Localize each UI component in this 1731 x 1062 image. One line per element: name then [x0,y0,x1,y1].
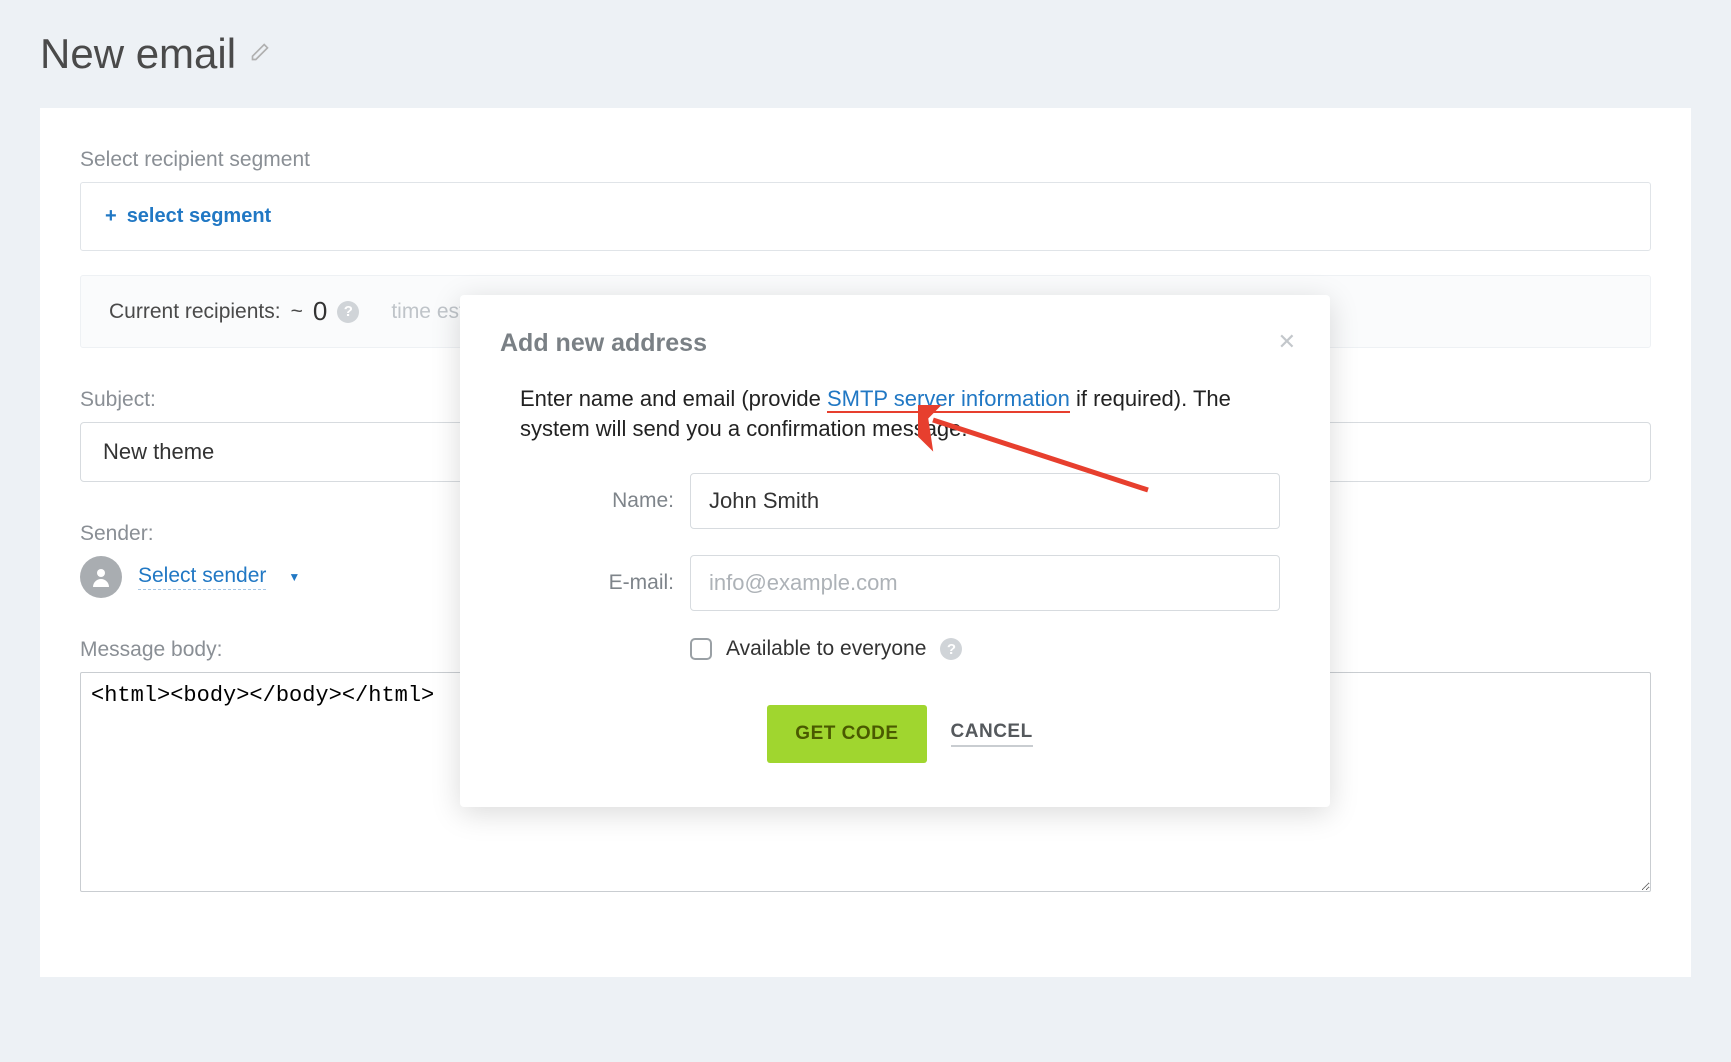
modal-text-before: Enter name and email (provide [520,386,827,411]
select-segment-link[interactable]: + select segment [105,205,1626,228]
cancel-button[interactable]: CANCEL [951,721,1033,747]
select-segment-text: select segment [127,205,272,228]
available-checkbox[interactable] [690,638,712,660]
get-code-button[interactable]: GET CODE [767,705,926,763]
segment-label: Select recipient segment [80,148,1651,172]
name-field-label: Name: [520,489,690,513]
name-input[interactable] [690,473,1280,529]
recipients-label: Current recipients: [109,300,281,324]
chevron-down-icon[interactable]: ▼ [288,570,300,584]
modal-title: Add new address [500,329,1290,358]
available-label: Available to everyone [726,637,926,661]
plus-icon: + [105,205,117,228]
segment-box: + select segment [80,182,1651,251]
avatar-icon [80,556,122,598]
page-title: New email [40,30,236,78]
close-icon[interactable]: ✕ [1278,329,1296,355]
help-icon[interactable]: ? [337,301,359,323]
modal-description: Enter name and email (provide SMTP serve… [520,384,1280,443]
add-address-modal: Add new address ✕ Enter name and email (… [460,295,1330,807]
smtp-link[interactable]: SMTP server information [827,386,1070,413]
pencil-icon[interactable] [250,42,270,67]
select-sender-link[interactable]: Select sender [138,564,266,590]
help-icon[interactable]: ? [940,638,962,660]
email-input[interactable] [690,555,1280,611]
email-field-label: E-mail: [520,571,690,595]
recipients-count: 0 [313,296,327,327]
page-header: New email [40,0,1691,108]
recipients-tilde: ~ [291,300,303,324]
